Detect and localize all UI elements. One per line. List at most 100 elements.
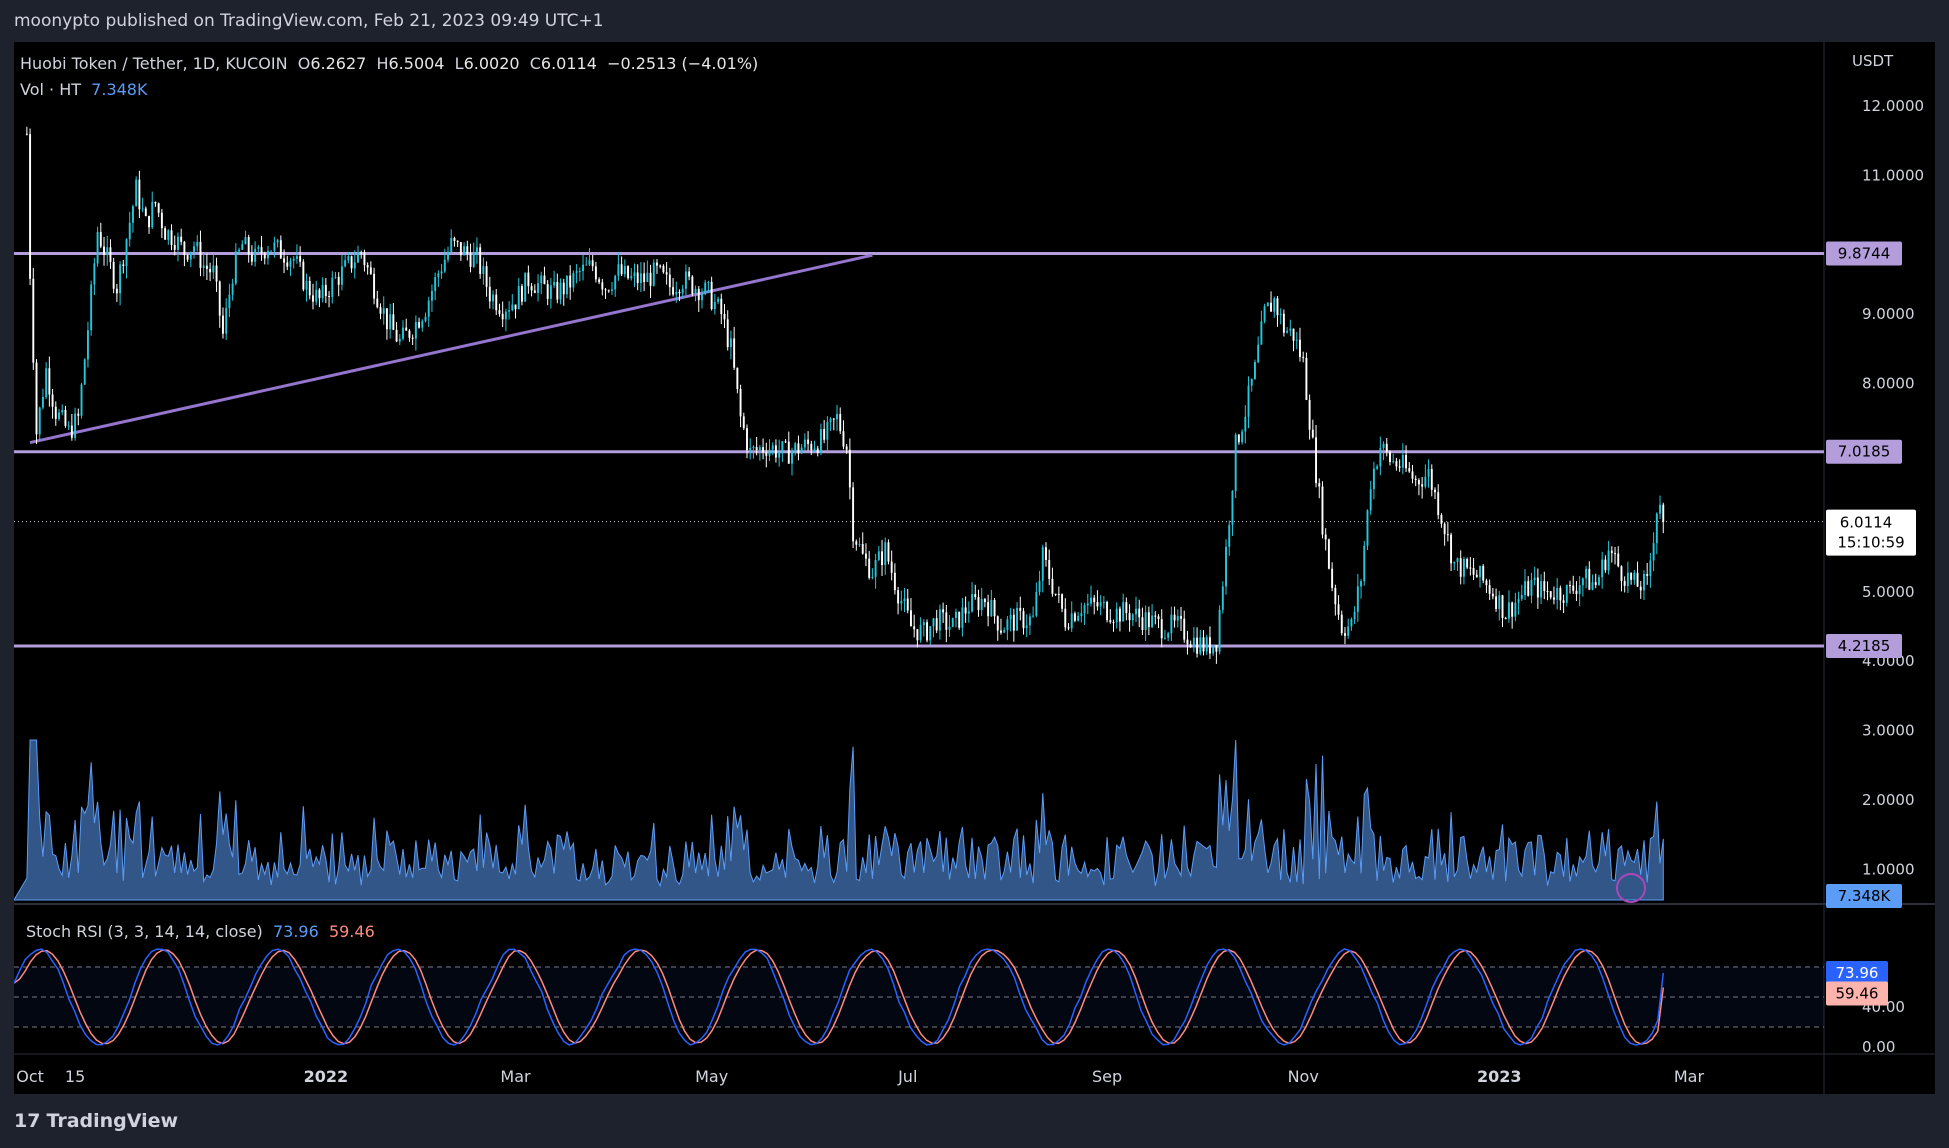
candle-body xyxy=(594,266,597,280)
candle-body xyxy=(90,284,93,331)
candle-body xyxy=(1498,595,1501,609)
candle-body xyxy=(292,258,295,261)
candle-body xyxy=(67,425,70,427)
candle-body xyxy=(926,622,929,641)
candle-body xyxy=(1372,468,1375,490)
candle-body xyxy=(154,202,157,204)
candle-body xyxy=(656,262,658,266)
candle-body xyxy=(193,246,195,252)
candle-body xyxy=(707,281,710,283)
candle-body xyxy=(1321,486,1324,535)
candle-body xyxy=(366,265,369,268)
candle-body xyxy=(1302,356,1305,359)
candle-body xyxy=(1022,610,1025,629)
candle-body xyxy=(1360,581,1363,587)
candle-body xyxy=(787,441,790,464)
candle-body xyxy=(421,321,424,328)
candle-body xyxy=(890,561,893,573)
candle-body xyxy=(575,271,578,274)
candle-body xyxy=(334,276,337,278)
candle-body xyxy=(1434,489,1436,493)
candle-body xyxy=(871,576,874,578)
candle-body xyxy=(807,439,810,444)
price-tick-label: 2.0000 xyxy=(1862,791,1915,809)
stoch-rsi-pane xyxy=(13,948,1824,1046)
candle-body xyxy=(1585,568,1588,579)
candle-body xyxy=(48,368,51,395)
candle-body xyxy=(196,241,199,247)
candle-body xyxy=(562,282,565,295)
candle-body xyxy=(1337,604,1340,615)
candle-body xyxy=(826,422,829,440)
candle-body xyxy=(135,179,138,207)
candle-body xyxy=(1395,461,1398,467)
candle-body xyxy=(302,261,305,290)
candle-body xyxy=(791,451,793,464)
candle-body xyxy=(1289,328,1292,331)
candle-body xyxy=(1559,587,1562,601)
candle-body xyxy=(1064,608,1067,628)
candle-body xyxy=(691,276,694,294)
symbol-legend[interactable]: Huobi Token / Tether, 1D, KUCOIN O6.2627… xyxy=(20,54,758,73)
time-tick-label: Sep xyxy=(1092,1067,1122,1086)
candle-body xyxy=(1411,471,1414,479)
candle-body xyxy=(1643,574,1645,591)
candle-body xyxy=(900,601,903,604)
candle-body xyxy=(205,265,208,269)
candle-body xyxy=(1106,602,1109,621)
candle-body xyxy=(402,327,404,339)
candle-body xyxy=(955,611,957,619)
candle-body xyxy=(1192,637,1195,648)
candle-body xyxy=(1597,577,1600,585)
time-tick-label: Mar xyxy=(1674,1067,1705,1086)
candle-body xyxy=(443,259,446,272)
candle-body xyxy=(389,314,392,330)
time-tick-label: 2023 xyxy=(1477,1067,1522,1086)
candle-body xyxy=(1636,572,1639,587)
candle-body xyxy=(697,288,700,301)
candle-body xyxy=(945,612,948,630)
candle-body xyxy=(1543,581,1546,592)
candle-body xyxy=(1482,565,1485,581)
tradingview-logo[interactable]: 17 TradingView xyxy=(14,1110,178,1132)
candle-body xyxy=(958,611,961,628)
stoch-tick-label: 0.00 xyxy=(1862,1038,1895,1056)
candle-body xyxy=(405,327,408,331)
candle-body xyxy=(1504,618,1507,620)
stoch-k-badge-label: 73.96 xyxy=(1836,964,1879,982)
candle-body xyxy=(475,247,478,253)
candle-body xyxy=(858,544,861,546)
candle-body xyxy=(678,291,681,294)
candle-body xyxy=(919,625,922,641)
candle-body xyxy=(1646,574,1649,576)
candle-body xyxy=(572,273,575,288)
candle-body xyxy=(1417,480,1420,485)
candle-body xyxy=(1208,637,1211,654)
candle-body xyxy=(51,394,54,407)
stoch-legend[interactable]: Stoch RSI (3, 3, 14, 14, close) 73.96 59… xyxy=(26,922,375,941)
candle-body xyxy=(1572,585,1575,591)
trend-line xyxy=(29,253,873,445)
volume-legend[interactable]: Vol · HT 7.348K xyxy=(20,80,147,99)
candle-body xyxy=(447,251,449,260)
candle-body xyxy=(392,314,395,330)
candle-body xyxy=(1250,378,1253,386)
candle-body xyxy=(119,264,122,294)
candle-body xyxy=(524,272,527,302)
candle-body xyxy=(1080,613,1083,616)
candle-body xyxy=(1524,581,1526,596)
candle-body xyxy=(675,291,678,295)
chart-area[interactable]: USDT 12.0000 11.0000 9.0000 8.0000 5.0000 4.00… xyxy=(13,42,1935,1094)
candle-body xyxy=(167,230,170,240)
candle-body xyxy=(1244,416,1247,432)
candle-body xyxy=(549,285,552,299)
candle-body xyxy=(1041,547,1044,581)
candle-body xyxy=(511,304,514,311)
candle-body xyxy=(546,284,549,299)
candle-body xyxy=(1379,447,1382,467)
candle-body xyxy=(527,272,530,287)
candle-body xyxy=(1160,619,1163,639)
candle-body xyxy=(1231,490,1234,525)
candle-body xyxy=(623,266,626,275)
candle-body xyxy=(713,301,716,310)
